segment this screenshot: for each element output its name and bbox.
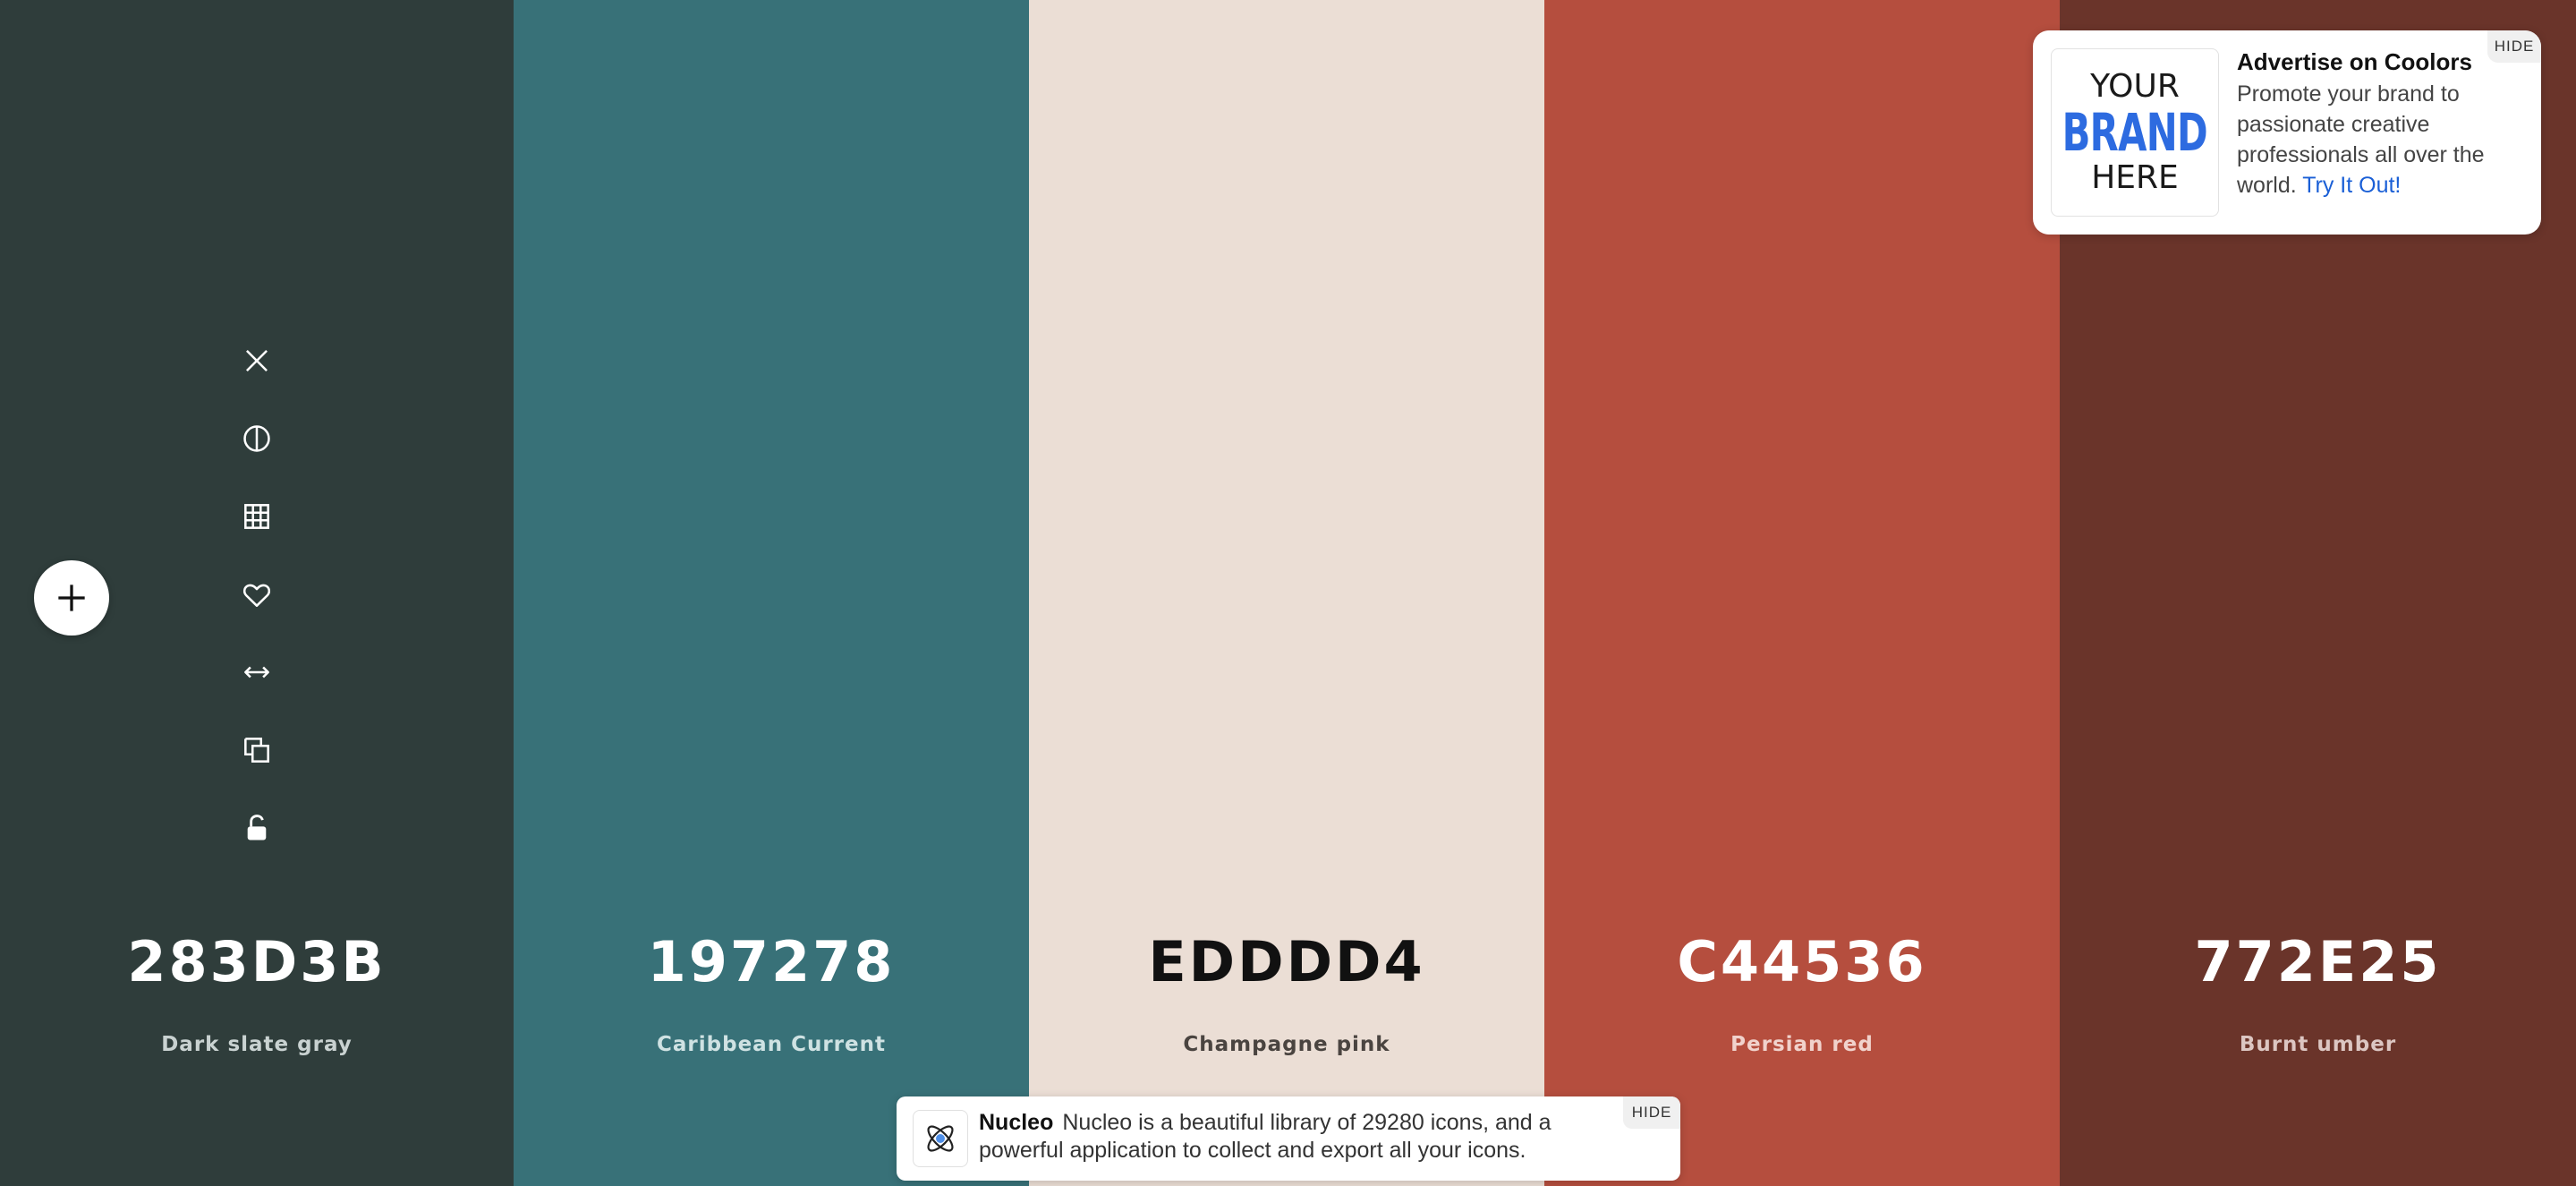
plus-icon xyxy=(58,584,85,611)
drag-color-handle[interactable] xyxy=(235,651,278,694)
advertisement-card: HIDE YOUR BRAND HERE Advertise on Coolor… xyxy=(2033,30,2541,235)
view-shades-button[interactable] xyxy=(235,417,278,460)
atom-icon xyxy=(927,1125,954,1152)
promo-text: Nucleo Nucleo is a beautiful library of 2… xyxy=(979,1109,1623,1165)
grid-icon xyxy=(244,504,269,529)
color-hex[interactable]: 772E25 xyxy=(2060,931,2576,994)
ad-title[interactable]: Advertise on Coolors xyxy=(2237,48,2472,76)
toggle-lock-button[interactable] xyxy=(235,806,278,849)
ad-logo[interactable]: YOUR BRAND HERE xyxy=(2051,48,2219,217)
color-name: Burnt umber xyxy=(2239,1033,2397,1056)
nucleo-promo-banner[interactable]: HIDE Nucleo Nucleo is a beautiful library… xyxy=(897,1096,1680,1181)
color-name: Persian red xyxy=(1730,1033,1874,1056)
drag-horizontal-icon xyxy=(244,666,269,678)
remove-color-button[interactable] xyxy=(235,339,278,382)
color-name: Dark slate gray xyxy=(161,1033,353,1056)
color-name: Caribbean Current xyxy=(657,1033,886,1056)
ad-logo-brand: BRAND xyxy=(2062,102,2208,163)
promo-name: Nucleo xyxy=(979,1110,1054,1135)
contrast-icon xyxy=(243,425,270,452)
promo-description: Nucleo is a beautiful library of 29280 i… xyxy=(979,1110,1552,1163)
ad-logo-your: YOUR xyxy=(2090,68,2180,105)
close-icon xyxy=(246,350,268,371)
heart-icon xyxy=(242,584,271,607)
color-column-2[interactable]: 197278 Caribbean Current xyxy=(514,0,1029,1186)
color-column-3[interactable]: EDDDD4 Champagne pink xyxy=(1029,0,1544,1186)
hide-promo-button[interactable]: HIDE xyxy=(1623,1096,1680,1129)
save-color-button[interactable] xyxy=(235,573,278,616)
unlock-icon xyxy=(247,815,267,840)
nucleo-logo xyxy=(913,1110,968,1167)
hide-ad-button[interactable]: HIDE xyxy=(2487,30,2541,63)
copy-hex-button[interactable] xyxy=(235,729,278,772)
ad-cta-link[interactable]: Try It Out! xyxy=(2302,173,2401,198)
color-hex[interactable]: EDDDD4 xyxy=(1029,931,1544,994)
view-shades-grid-button[interactable] xyxy=(235,495,278,538)
color-hex[interactable]: 283D3B xyxy=(0,931,514,994)
color-column-4[interactable]: C44536 Persian red xyxy=(1544,0,2060,1186)
color-hex[interactable]: 197278 xyxy=(514,931,1029,994)
ad-logo-here: HERE xyxy=(2091,159,2179,196)
color-hex[interactable]: C44536 xyxy=(1544,931,2060,994)
ad-body: Promote your brand to passionate creativ… xyxy=(2237,79,2521,201)
add-color-button[interactable] xyxy=(34,560,109,636)
color-name: Champagne pink xyxy=(1183,1033,1390,1056)
copy-icon xyxy=(244,738,269,763)
